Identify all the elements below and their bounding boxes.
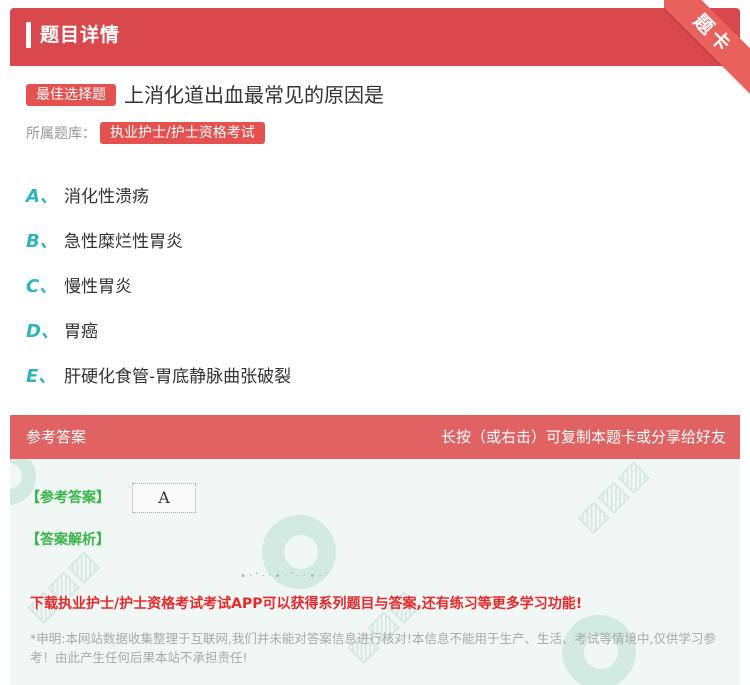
option-letter: A、 <box>26 185 58 207</box>
corner-ribbon-label: 题卡 <box>664 0 750 96</box>
answer-label: 【参考答案】 <box>26 490 110 506</box>
disclaimer-text: *申明:本网站数据收集整理于互联网,我们并未能对答案信息进行核对!本信息不能用于… <box>30 631 716 665</box>
question-bank-label: 所属题库： <box>26 126 96 142</box>
option-b[interactable]: B、 急性糜烂性胃炎 <box>26 217 726 262</box>
question-card: 题目详情 最佳选择题 上消化道出血最常见的原因是 所属题库： 执业护士/护士资格… <box>10 0 740 685</box>
options-list: A、 消化性溃疡 B、 急性糜烂性胃炎 C、 慢性胃炎 D、 胃癌 E、 肝硬化… <box>26 172 726 397</box>
corner-ribbon: 题卡 <box>664 0 750 96</box>
option-text: 肝硬化食管-胃底静脉曲张破裂 <box>64 367 292 387</box>
share-hint: 长按（或右击）可复制本题卡或分享给好友 <box>440 428 726 446</box>
analysis-label: 【答案解析】 <box>26 532 110 548</box>
option-text: 胃癌 <box>64 322 98 342</box>
question-row: 最佳选择题 上消化道出血最常见的原因是 <box>26 80 384 110</box>
answer-section-body: ▨▨▨ ▨▨▨ ▨▨▨ • · ʻ · ˑ • · ʻ · ˑ • · ʻ 【参… <box>10 459 740 685</box>
option-e[interactable]: E、 肝硬化食管-胃底静脉曲张破裂 <box>26 352 726 397</box>
answer-value: A <box>132 483 196 513</box>
app-download-promo[interactable]: 下载执业护士/护士资格考试考试APP可以获得系列题目与答案,还有练习等更多学习功… <box>30 593 730 613</box>
option-c[interactable]: C、 慢性胃炎 <box>26 262 726 307</box>
card-header: 题目详情 <box>10 0 740 66</box>
question-type-badge: 最佳选择题 <box>26 84 116 106</box>
option-text: 慢性胃炎 <box>64 277 132 297</box>
question-bank-row: 所属题库： 执业护士/护士资格考试 <box>26 121 265 145</box>
question-bank-link[interactable]: 执业护士/护士资格考试 <box>100 122 265 144</box>
option-letter: D、 <box>26 320 59 342</box>
option-letter: B、 <box>26 230 58 252</box>
option-letter: E、 <box>26 365 57 387</box>
header-accent-bar <box>26 22 31 48</box>
watermark-text-icon: ▨▨▨ <box>20 544 105 629</box>
question-text: 上消化道出血最常见的原因是 <box>124 83 384 107</box>
option-letter: C、 <box>26 275 58 297</box>
answer-section-title: 参考答案 <box>26 428 87 446</box>
watermark-text-icon: ▨▨▨ <box>570 459 655 539</box>
option-a[interactable]: A、 消化性溃疡 <box>26 172 726 217</box>
watermark-dots-icon: • · ʻ · ˑ • · ʻ · ˑ • · ʻ <box>240 571 329 582</box>
option-text: 消化性溃疡 <box>64 187 149 207</box>
option-text: 急性糜烂性胃炎 <box>64 232 183 252</box>
page-title: 题目详情 <box>40 24 121 46</box>
answer-section-header: 参考答案 长按（或右击）可复制本题卡或分享给好友 <box>10 415 740 459</box>
option-d[interactable]: D、 胃癌 <box>26 307 726 352</box>
